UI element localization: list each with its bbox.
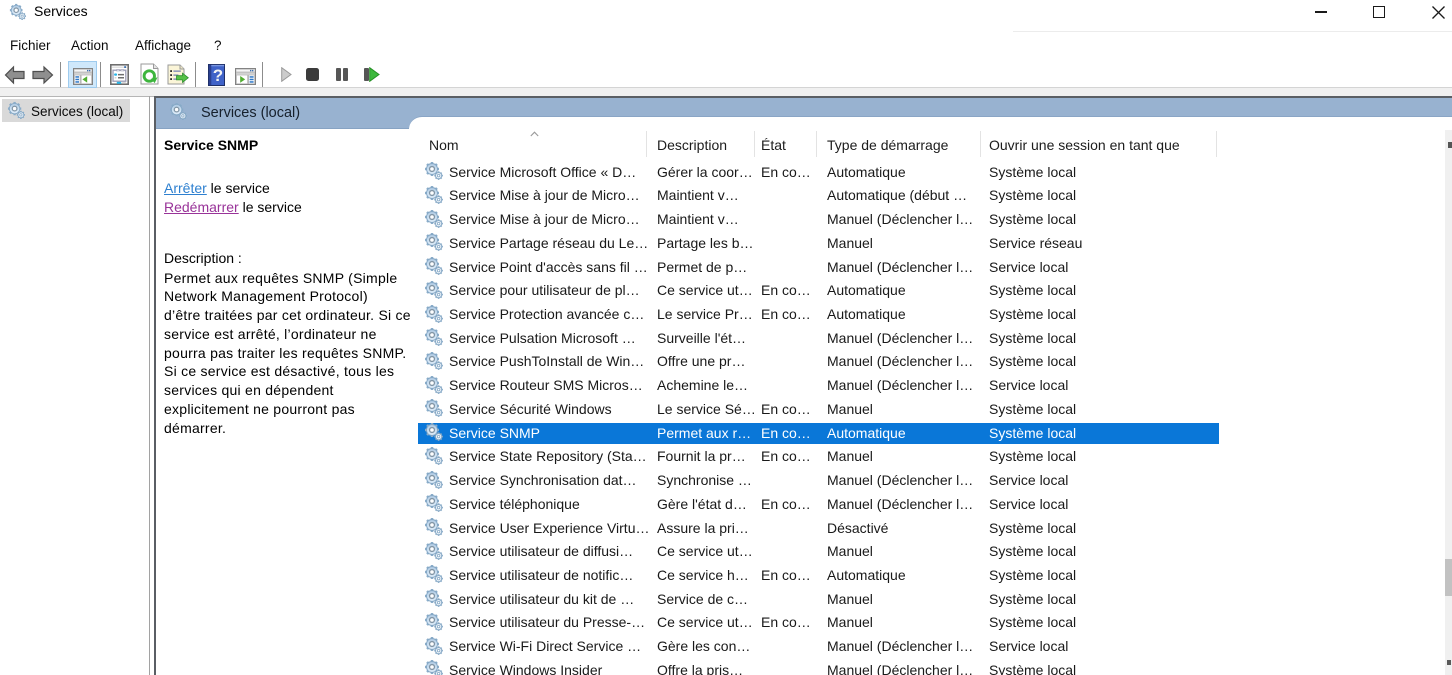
svg-text:?: ? [212, 66, 222, 85]
